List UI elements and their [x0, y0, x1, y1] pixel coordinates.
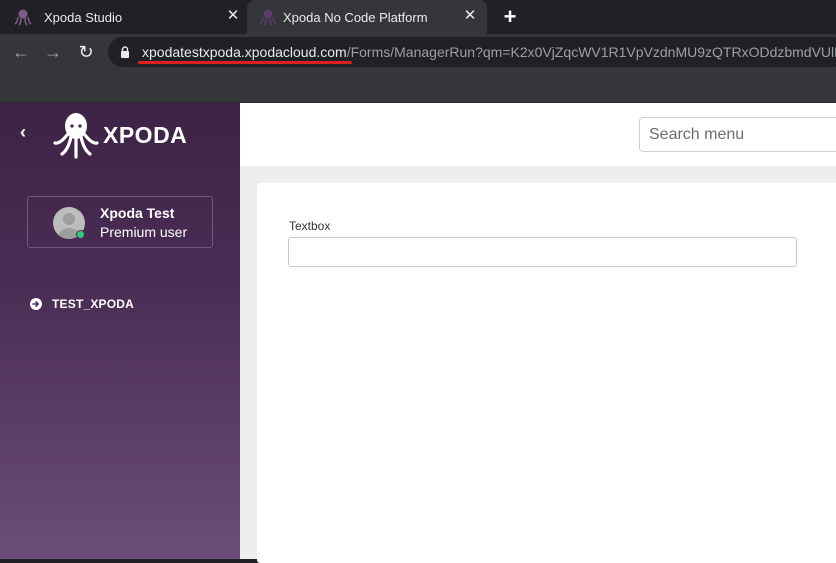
sidebar-item-label: TEST_XPODA — [52, 297, 135, 311]
brand-name: XPODA — [103, 122, 188, 148]
url-text[interactable]: xpodatestxpoda.xpodacloud.com/Forms/Mana… — [142, 44, 836, 60]
back-arrow-icon[interactable]: ← — [10, 41, 32, 63]
textbox-label: Textbox — [289, 219, 331, 233]
close-tab-icon[interactable]: ✕ — [224, 7, 242, 25]
user-card[interactable]: Xpoda Test Premium user — [27, 196, 213, 248]
user-name: Xpoda Test — [100, 205, 175, 221]
lock-icon — [121, 46, 129, 58]
browser-tab-strip: Xpoda Studio ✕ Xpoda No Code Platform ✕ … — [0, 0, 836, 34]
sidebar-item-test-xpoda[interactable]: TEST_XPODA — [30, 296, 134, 312]
new-tab-plus-icon[interactable]: + — [499, 6, 521, 28]
url-host-red-underline — [138, 61, 352, 64]
tab-xpoda-studio[interactable]: Xpoda Studio ✕ — [0, 0, 246, 34]
forward-arrow-icon[interactable]: → — [42, 41, 64, 63]
tab-title: Xpoda No Code Platform — [283, 10, 428, 25]
arrow-circle-right-icon — [30, 298, 42, 310]
tab-title: Xpoda Studio — [44, 10, 123, 25]
url-path: /Forms/ManagerRun?qm=K2x0VjZqcWV1R1VpVzd… — [346, 44, 836, 60]
online-status-dot — [76, 230, 85, 239]
user-role: Premium user — [100, 224, 188, 240]
form-panel: Textbox — [257, 183, 836, 563]
xpoda-favicon-icon — [259, 9, 277, 26]
xpoda-favicon-icon — [14, 9, 32, 26]
xpoda-octopus-logo-icon — [53, 113, 99, 159]
close-tab-icon[interactable]: ✕ — [461, 7, 479, 25]
textbox-input[interactable] — [288, 237, 797, 267]
bookmarks-bar — [0, 70, 836, 103]
sidebar: ‹ XPODA Xpoda Test Premium user TEST_XPO… — [0, 103, 240, 559]
tab-xpoda-no-code-platform[interactable]: Xpoda No Code Platform ✕ — [247, 0, 487, 34]
search-menu-input[interactable] — [639, 117, 836, 152]
url-host: xpodatestxpoda.xpodacloud.com — [142, 44, 347, 60]
collapse-sidebar-chevron-left-icon[interactable]: ‹ — [14, 121, 32, 143]
browser-toolbar: ← → ↻ xpodatestxpoda.xpodacloud.com/Form… — [0, 34, 836, 70]
reload-icon[interactable]: ↻ — [75, 41, 97, 63]
main-header — [240, 103, 836, 166]
